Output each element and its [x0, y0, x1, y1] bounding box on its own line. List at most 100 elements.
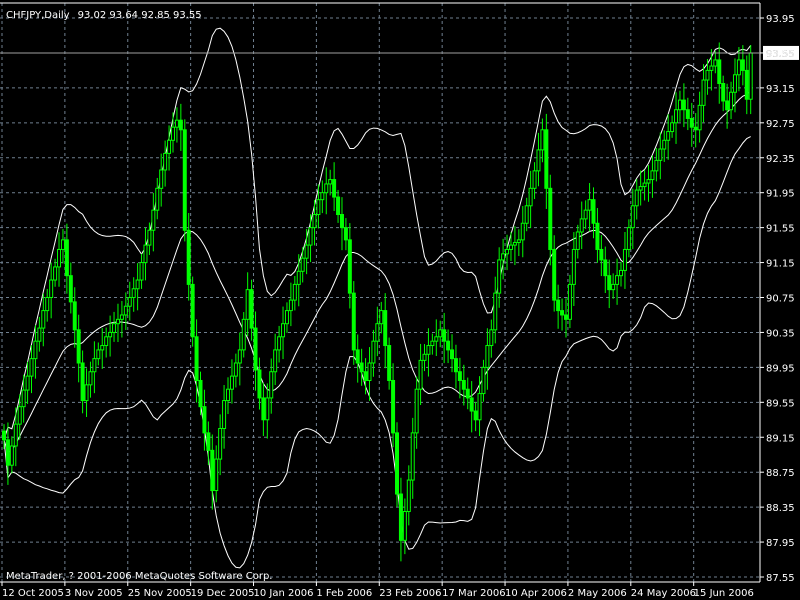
candle — [312, 200, 317, 246]
candle-body — [151, 209, 156, 231]
candle-body — [25, 375, 30, 391]
candle-body — [261, 397, 266, 421]
time-tick-label: 19 Dec 2005 — [191, 588, 255, 599]
candle-body — [740, 59, 745, 71]
candle — [619, 262, 624, 287]
candle — [685, 97, 690, 131]
candle-body — [398, 493, 403, 541]
candle — [587, 183, 592, 232]
candle — [76, 314, 81, 383]
candle — [277, 325, 282, 363]
candle-body — [705, 69, 710, 81]
candle-body — [363, 371, 368, 381]
candle — [343, 218, 348, 251]
candle-body — [375, 323, 380, 342]
candle — [29, 345, 34, 394]
candle-body — [473, 410, 478, 421]
candle-body — [359, 362, 364, 373]
candle — [292, 275, 297, 311]
candle-body — [96, 349, 101, 360]
candle — [245, 272, 250, 337]
candle — [123, 292, 128, 330]
candle — [80, 350, 85, 414]
candle — [257, 357, 262, 410]
candle-body — [371, 340, 376, 364]
candle — [395, 422, 399, 507]
candle-body — [53, 266, 58, 281]
price-tick-label: 89.95 — [766, 363, 795, 374]
candle-body — [556, 299, 561, 312]
candle-body — [257, 369, 262, 399]
candle — [406, 465, 411, 526]
candle — [139, 253, 144, 289]
candle-body — [383, 310, 388, 347]
candle — [477, 376, 482, 437]
price-tick-label: 91.55 — [766, 224, 795, 235]
candle — [713, 51, 718, 74]
candle — [100, 328, 105, 369]
band-middle — [3, 90, 752, 454]
candle-body — [583, 209, 588, 220]
candle — [489, 319, 494, 358]
candle — [233, 353, 238, 388]
candle — [536, 132, 541, 187]
candle-body — [237, 349, 242, 364]
candle-body — [453, 358, 458, 373]
price-tick-label: 92.35 — [766, 154, 795, 165]
candle-body — [194, 336, 199, 381]
candle — [186, 213, 191, 301]
candle-body — [391, 379, 396, 434]
candle — [681, 83, 686, 128]
candle — [253, 311, 258, 391]
candle — [112, 311, 117, 342]
candle-body — [638, 186, 643, 191]
candle-body — [685, 109, 690, 119]
candle-body — [717, 59, 722, 85]
candle-body — [567, 283, 572, 320]
candle — [528, 170, 533, 229]
candle — [351, 281, 356, 365]
candle — [37, 316, 42, 352]
candle-body — [469, 397, 474, 412]
candle-body — [155, 187, 160, 211]
candle-body — [611, 283, 616, 291]
candle — [115, 303, 120, 343]
candle — [599, 235, 604, 277]
candle-body — [84, 384, 89, 402]
candle-body — [689, 117, 694, 128]
candle-body — [729, 91, 734, 111]
candle — [328, 169, 333, 196]
candle-body — [414, 388, 419, 434]
candle — [237, 332, 242, 386]
candle — [556, 284, 561, 329]
time-tick-label: 3 Nov 2005 — [65, 588, 123, 599]
candle-body — [253, 327, 258, 371]
candle — [721, 75, 726, 112]
candle-body — [60, 239, 65, 250]
candle-body — [528, 187, 533, 207]
candle-body — [422, 353, 427, 361]
candle — [57, 232, 62, 287]
candle — [516, 229, 521, 257]
candle — [273, 333, 278, 386]
candle — [214, 445, 219, 503]
candle — [410, 417, 415, 499]
candle — [387, 337, 392, 390]
candle — [226, 377, 231, 415]
candle-body — [226, 388, 231, 402]
candle-body — [693, 126, 698, 131]
candle — [473, 401, 478, 432]
candle — [430, 333, 435, 355]
candle-body — [575, 231, 580, 250]
candle-body — [701, 79, 706, 106]
candle — [481, 359, 486, 402]
candle-body — [465, 388, 470, 399]
candle — [693, 113, 698, 148]
candle-body — [626, 227, 631, 250]
candle — [265, 383, 270, 439]
candle-body — [127, 297, 132, 307]
candle — [304, 229, 309, 275]
candle-body — [666, 131, 671, 141]
candle-body — [45, 297, 50, 312]
candle-body — [182, 129, 187, 231]
